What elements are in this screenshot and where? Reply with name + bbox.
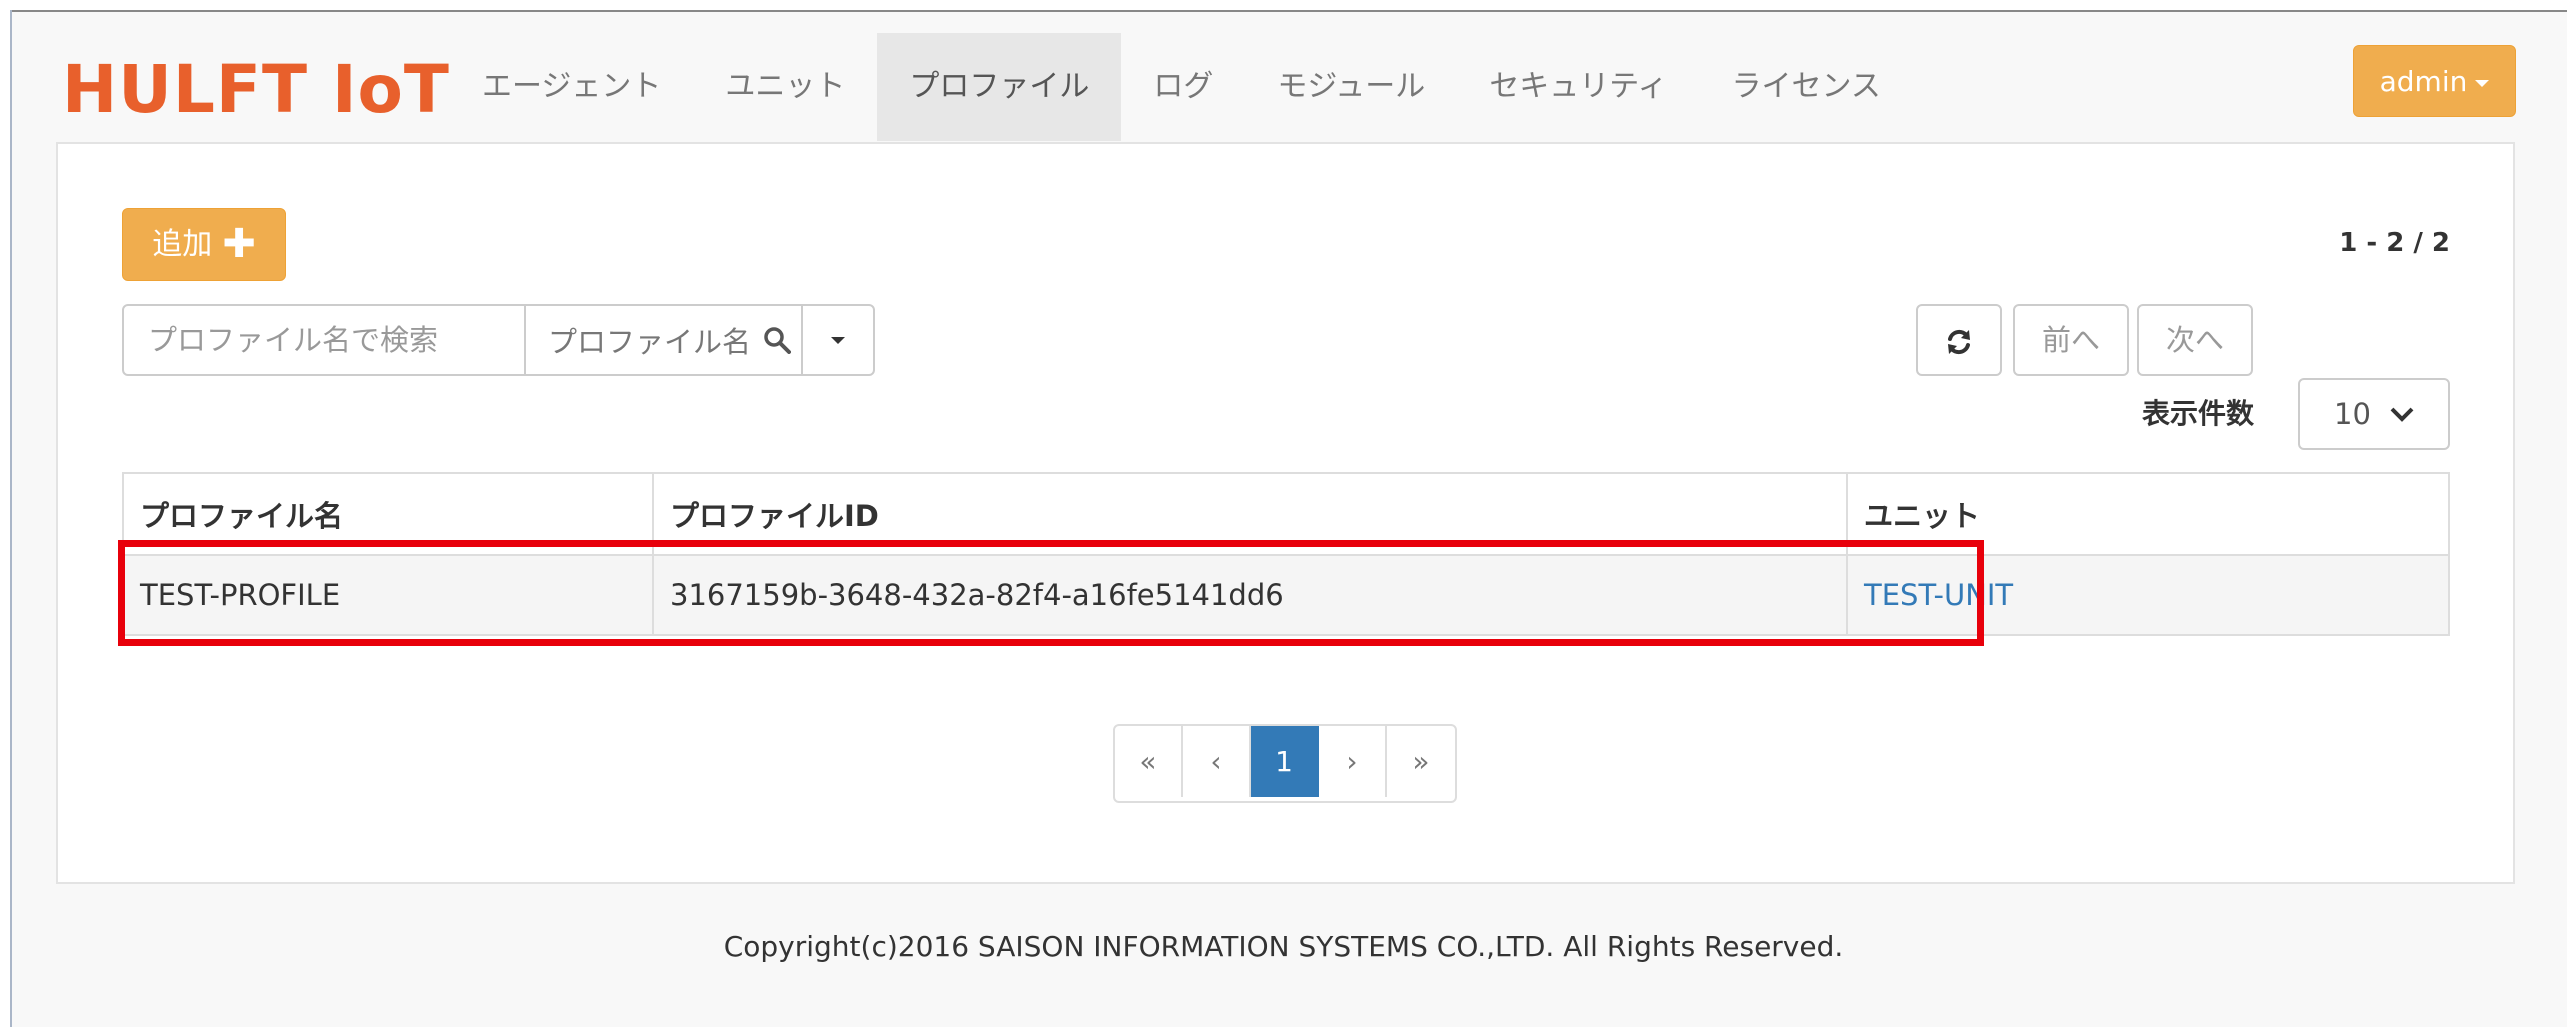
record-count: 1 - 2 / 2 <box>2339 228 2450 258</box>
table-header-row: プロファイル名 プロファイルID ユニット <box>122 472 2450 556</box>
refresh-button[interactable] <box>1916 304 2002 376</box>
cell-profile-name: TEST-PROFILE <box>122 554 654 636</box>
prev-button[interactable]: 前へ <box>2013 304 2129 376</box>
nav-item-log[interactable]: ログ <box>1121 33 1245 141</box>
frame-border-top <box>10 10 2567 12</box>
page-next-button[interactable]: › <box>1319 726 1387 797</box>
add-button[interactable]: 追加 ✚ <box>122 208 286 281</box>
column-header-profile-id[interactable]: プロファイルID <box>652 472 1848 556</box>
search-group: プロファイル名 <box>122 304 875 376</box>
user-menu-button[interactable]: admin <box>2353 45 2516 117</box>
search-field-label: プロファイル名 <box>548 325 752 359</box>
profile-table: プロファイル名 プロファイルID ユニット TEST-PROFILE 31671… <box>122 472 2450 636</box>
footer-copyright: Copyright(c)2016 SAISON INFORMATION SYST… <box>723 930 1844 963</box>
nav-item-profile[interactable]: プロファイル <box>877 33 1122 141</box>
column-header-unit[interactable]: ユニット <box>1846 472 2450 556</box>
search-field-dropdown-toggle[interactable] <box>803 306 873 374</box>
add-button-label: 追加 <box>152 227 213 262</box>
chevron-down-icon <box>2390 407 2414 422</box>
search-input[interactable] <box>124 306 526 374</box>
per-page-select[interactable]: 10 <box>2298 378 2450 450</box>
caret-down-icon <box>831 336 845 344</box>
page-first-button[interactable]: « <box>1115 726 1183 797</box>
user-menu-label: admin <box>2379 65 2468 98</box>
per-page-value: 10 <box>2334 397 2371 431</box>
page-current-button[interactable]: 1 <box>1251 726 1319 797</box>
pagination: « ‹ 1 › » <box>1113 724 1457 803</box>
refresh-icon <box>1948 329 1970 355</box>
frame-border-left <box>10 10 12 1027</box>
next-button[interactable]: 次へ <box>2137 304 2253 376</box>
unit-link[interactable]: TEST-UNIT <box>1864 578 2013 612</box>
search-field-button[interactable]: プロファイル名 <box>526 306 803 374</box>
cell-profile-id: 3167159b-3648-432a-82f4-a16fe5141dd6 <box>652 554 1848 636</box>
nav-item-module[interactable]: モジュール <box>1245 33 1457 141</box>
page-last-button[interactable]: » <box>1387 726 1455 797</box>
main-nav: エージェント ユニット プロファイル ログ モジュール セキュリティ ライセンス <box>450 33 1913 141</box>
nav-item-unit[interactable]: ユニット <box>693 33 877 141</box>
caret-down-icon <box>2475 79 2490 87</box>
column-header-profile-name[interactable]: プロファイル名 <box>122 472 654 556</box>
plus-icon: ✚ <box>222 221 256 267</box>
nav-item-license[interactable]: ライセンス <box>1700 33 1913 141</box>
search-icon <box>764 327 792 354</box>
per-page-label: 表示件数 <box>2142 397 2255 430</box>
table-row[interactable]: TEST-PROFILE 3167159b-3648-432a-82f4-a16… <box>122 554 2450 636</box>
brand-logo[interactable]: HULFT IoT <box>62 50 450 130</box>
nav-item-security[interactable]: セキュリティ <box>1457 33 1699 141</box>
page-prev-button[interactable]: ‹ <box>1183 726 1251 797</box>
nav-item-agent[interactable]: エージェント <box>450 33 693 141</box>
cell-unit: TEST-UNIT <box>1846 554 2450 636</box>
